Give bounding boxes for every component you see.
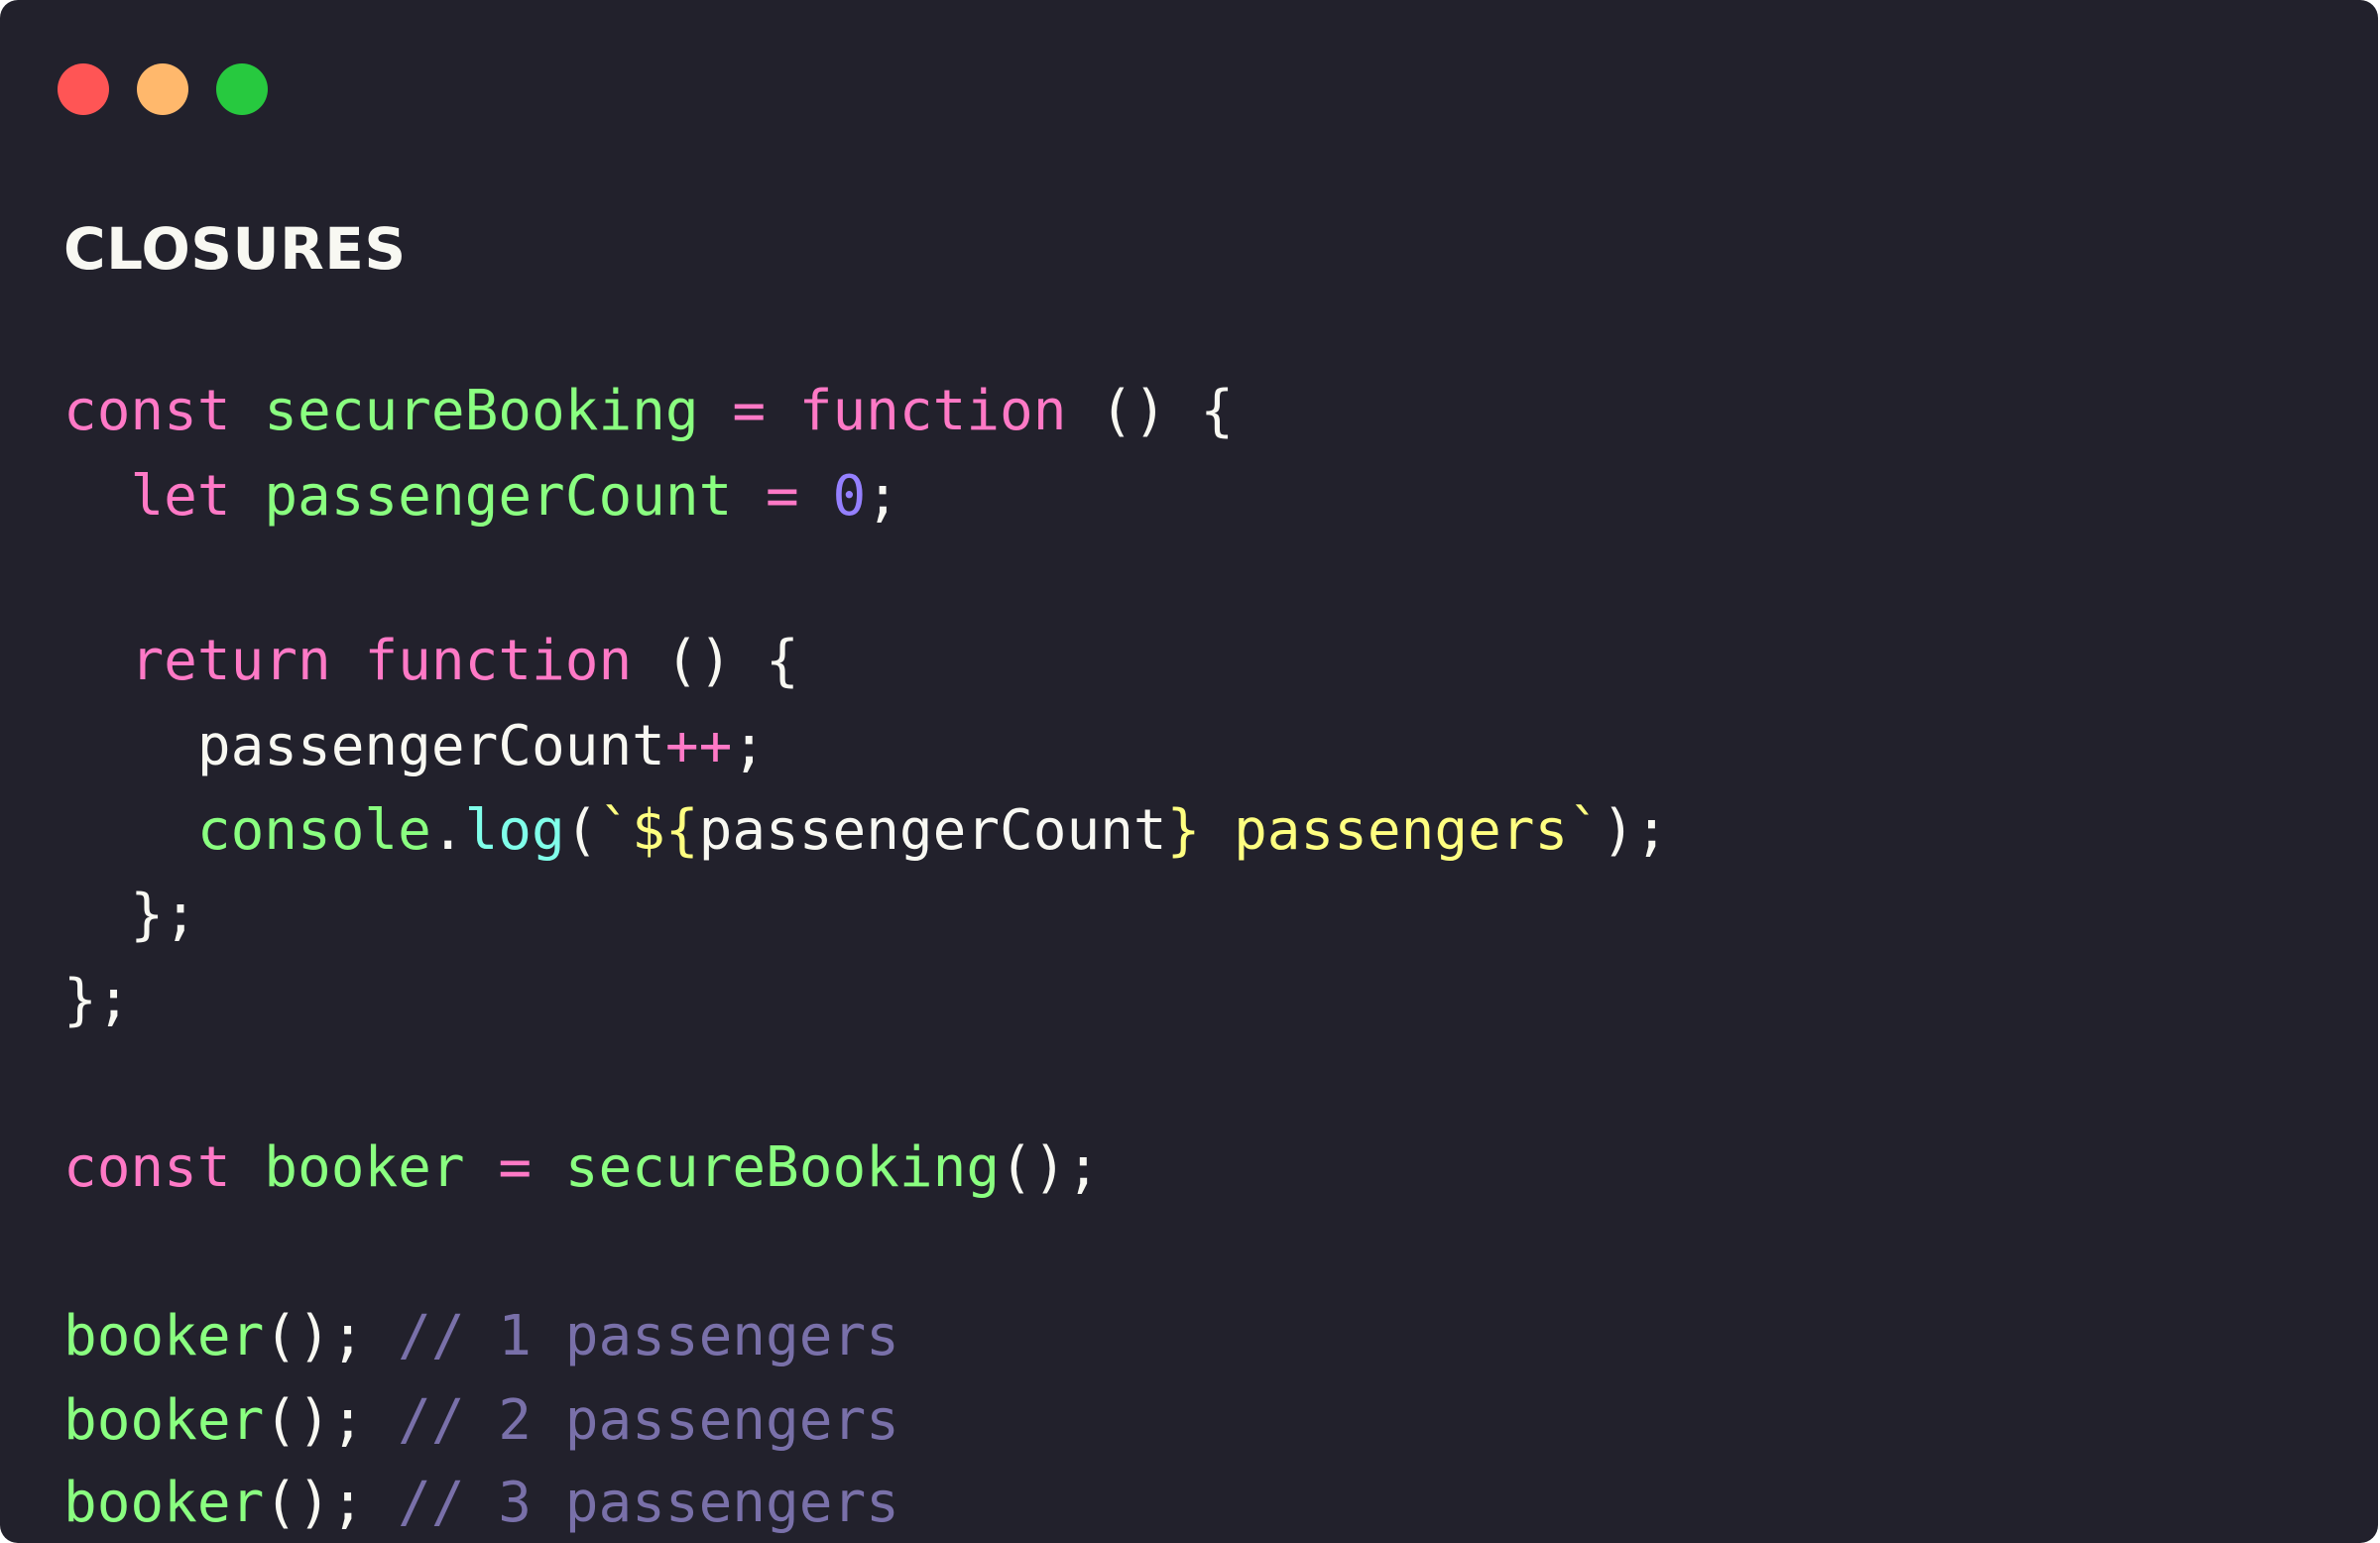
code-line: const booker = secureBooking(); bbox=[63, 1133, 1100, 1203]
code-token: = bbox=[498, 1135, 533, 1200]
code-token: }; bbox=[63, 883, 197, 947]
code-token: booker bbox=[63, 1471, 265, 1535]
code-token: const bbox=[63, 379, 231, 443]
code-token: = bbox=[766, 464, 799, 529]
code-token: secureBooking bbox=[564, 1135, 1001, 1200]
code-token: ; bbox=[732, 714, 767, 778]
code-token: passengerCount bbox=[63, 714, 665, 778]
code-window: CLOSURES const secureBooking = function … bbox=[0, 0, 2378, 1543]
code-title: CLOSURES bbox=[63, 215, 407, 283]
code-line: booker(); // 2 passengers bbox=[63, 1386, 899, 1456]
code-token: 0 bbox=[832, 464, 867, 529]
minimize-dot[interactable] bbox=[137, 63, 188, 115]
code-line: booker(); // 3 passengers bbox=[63, 1469, 899, 1538]
code-token: function bbox=[364, 629, 633, 693]
code-token: booker bbox=[264, 1135, 465, 1200]
code-token: (); bbox=[264, 1388, 399, 1453]
code-token: console bbox=[196, 798, 431, 863]
code-token: booker bbox=[63, 1304, 265, 1368]
code-token: `${ bbox=[598, 798, 699, 863]
code-token: () { bbox=[1066, 379, 1235, 443]
code-line: passengerCount++; bbox=[63, 712, 766, 781]
code-token: (); bbox=[1000, 1135, 1101, 1200]
code-line: booker(); // 1 passengers bbox=[63, 1302, 899, 1371]
code-token: ); bbox=[1601, 798, 1669, 863]
code-token: const bbox=[63, 1135, 231, 1200]
code-line: }; bbox=[63, 881, 197, 950]
code-token: log bbox=[464, 798, 565, 863]
code-token: secureBooking bbox=[264, 379, 699, 443]
maximize-dot[interactable] bbox=[216, 63, 268, 115]
code-token: } passengers` bbox=[1166, 798, 1602, 863]
close-dot[interactable] bbox=[58, 63, 109, 115]
code-token: (); bbox=[264, 1471, 399, 1535]
code-token: passengerCount bbox=[264, 464, 733, 529]
code-line: console.log(`${passengerCount} passenger… bbox=[63, 796, 1669, 866]
code-token: () { bbox=[632, 629, 799, 693]
code-token: let bbox=[130, 464, 231, 529]
code-line: let passengerCount = 0; bbox=[63, 462, 899, 532]
code-token: = bbox=[732, 379, 767, 443]
code-token: // 3 passengers bbox=[398, 1471, 899, 1535]
code-token: passengerCount bbox=[698, 798, 1167, 863]
code-token: . bbox=[430, 798, 465, 863]
code-token: ( bbox=[564, 798, 599, 863]
code-token: ++ bbox=[664, 714, 733, 778]
code-token: booker bbox=[63, 1388, 265, 1453]
code-line: const secureBooking = function () { bbox=[63, 377, 1234, 446]
code-token: ; bbox=[866, 464, 899, 529]
code-line: }; bbox=[63, 966, 130, 1035]
code-line: return function () { bbox=[63, 627, 799, 696]
code-token: // 2 passengers bbox=[398, 1388, 899, 1453]
window-controls bbox=[58, 63, 268, 115]
code-token: // 1 passengers bbox=[398, 1304, 899, 1368]
code-token: }; bbox=[63, 968, 131, 1032]
code-token: return bbox=[130, 629, 331, 693]
code-token: function bbox=[798, 379, 1067, 443]
code-token: (); bbox=[264, 1304, 399, 1368]
